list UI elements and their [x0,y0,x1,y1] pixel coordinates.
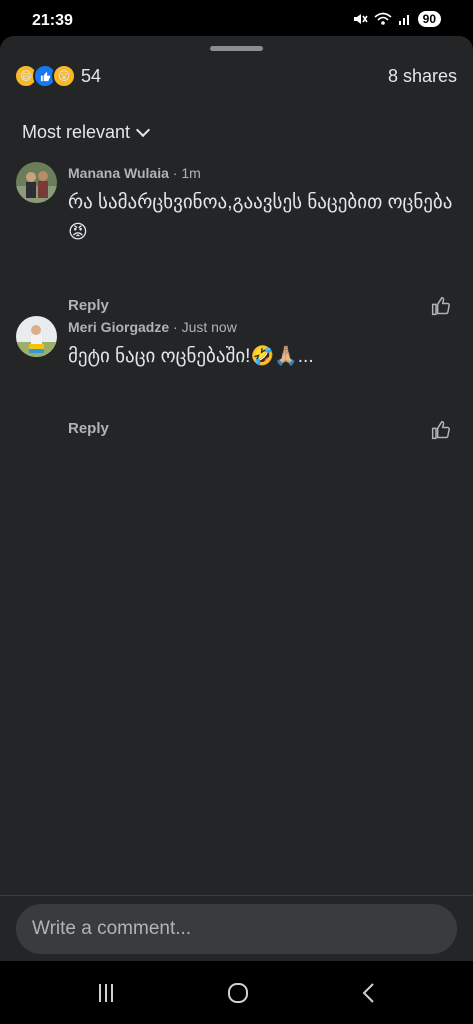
comment-text: მეტი ნაცი ოცნებაში!🤣🙏🏼... [68,346,314,367]
recents-icon[interactable] [94,981,118,1005]
battery-level: 90 [417,11,441,27]
status-icons: 90 [352,11,441,27]
status-bar: 21:39 90 [0,0,473,38]
sort-dropdown[interactable]: Most relevant [22,122,151,143]
reply-button[interactable]: Reply [68,297,109,314]
comment-text: რა სამარცხვინოა,გაავსეს ნაცებით ოცნება😡 [68,192,453,243]
avatar[interactable] [16,316,57,357]
shares-count[interactable]: 8 shares [388,66,457,87]
chevron-down-icon [135,122,151,138]
sort-label: Most relevant [22,122,131,142]
sheet-drag-handle[interactable] [210,46,263,51]
mute-icon [353,14,368,24]
comment-header: Meri Giorgadze · Just now [68,319,237,335]
comment-time: · 1m [172,165,201,181]
home-icon[interactable] [226,981,250,1005]
comment-author[interactable]: Meri Giorgadze [68,319,169,335]
comments-sheet: 😄 😮 54 8 shares Most relevant Manana Wul… [0,36,473,961]
navigation-bar [0,961,473,1024]
comment-composer: Write a comment... [0,895,473,962]
reply-button[interactable]: Reply [68,420,109,437]
reactions-summary[interactable]: 😄 😮 54 [14,64,101,88]
like-icon[interactable] [431,296,451,316]
signal-icon [398,15,409,25]
back-icon[interactable] [358,981,382,1005]
status-time: 21:39 [32,12,73,29]
wow-reaction-icon: 😮 [52,64,76,88]
comment-time: · Just now [173,319,237,335]
wifi-icon [374,12,392,25]
like-icon[interactable] [431,420,451,440]
comment-input[interactable]: Write a comment... [16,904,457,954]
comment-author[interactable]: Manana Wulaia [68,165,169,181]
reaction-count: 54 [81,65,102,86]
avatar[interactable] [16,162,57,203]
comment-header: Manana Wulaia · 1m [68,165,201,181]
